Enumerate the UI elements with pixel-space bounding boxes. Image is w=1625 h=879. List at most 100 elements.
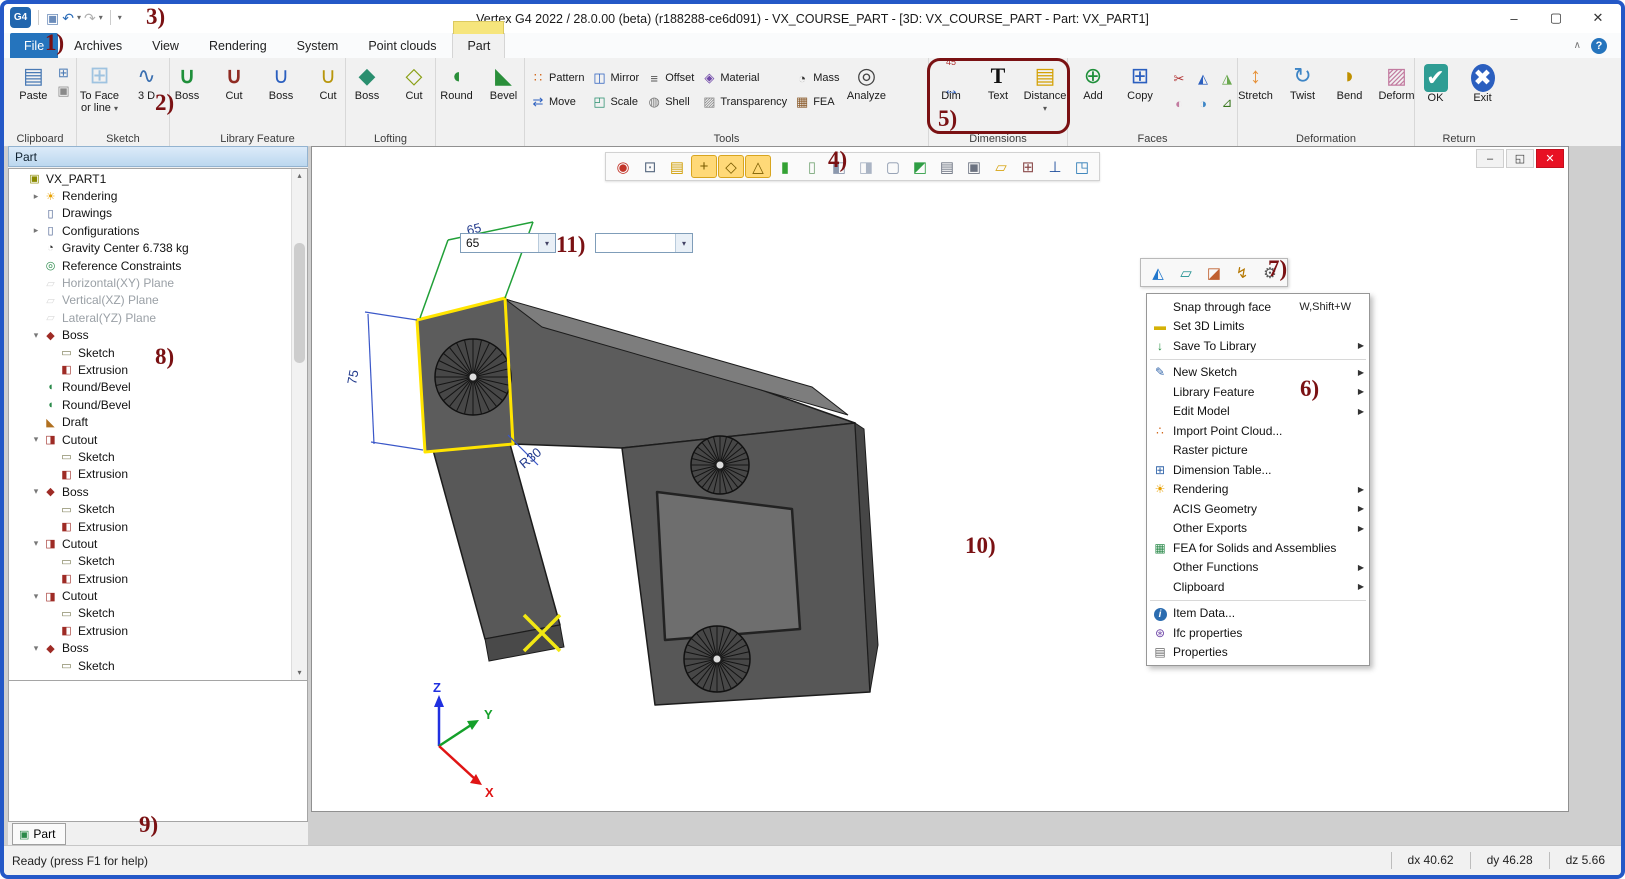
tab-part[interactable]: Part — [452, 33, 505, 58]
library-boss-button[interactable]: ∪ Boss — [164, 60, 210, 104]
tree-item[interactable]: ▾◨Cutout — [9, 535, 291, 552]
library-cut-button[interactable]: ∪ Cut — [211, 60, 257, 104]
tree-item[interactable]: ▭Sketch — [9, 605, 291, 622]
knurl-boss[interactable] — [435, 339, 511, 415]
tree-item[interactable]: ◔Gravity Center 6.738 kg — [9, 240, 291, 257]
menu-item[interactable]: Edit Model▶ — [1147, 402, 1369, 422]
eraser-icon[interactable]: ◪ — [1201, 261, 1227, 284]
tree-item[interactable]: ◎Reference Constraints — [9, 257, 291, 274]
repair-icon[interactable]: ↯ — [1229, 261, 1255, 284]
close-button[interactable]: ✕ — [1577, 4, 1619, 32]
chevron-right-icon[interactable]: ▸ — [29, 191, 43, 202]
add-face-button[interactable]: ⊕ Add — [1070, 60, 1116, 104]
tab-rendering[interactable]: Rendering — [195, 33, 281, 58]
undo-icon[interactable]: ↶ — [62, 8, 74, 28]
menu-item[interactable]: ACIS Geometry▶ — [1147, 499, 1369, 519]
menu-item[interactable]: Raster picture — [1147, 441, 1369, 461]
material-button[interactable]: ◈Material — [698, 66, 790, 90]
dim-button[interactable]: 45↔ Dim — [928, 60, 974, 104]
maximize-button[interactable]: ▢ — [1535, 4, 1577, 32]
match-face-icon[interactable]: ◑ — [1192, 92, 1214, 114]
snap-free-icon[interactable]: + — [691, 155, 717, 178]
tree-item[interactable]: ◧Extrusion — [9, 570, 291, 587]
dimension-name-combo[interactable]: ▾ — [595, 233, 693, 253]
replace-face-icon[interactable]: ◭ — [1192, 68, 1214, 90]
panel-tab-part[interactable]: ▣ Part — [12, 823, 66, 845]
distance-button[interactable]: ▤ Distance ▾ — [1022, 60, 1068, 117]
redo-icon[interactable]: ↷ — [84, 8, 96, 28]
collapse-ribbon-icon[interactable]: ∧ — [1574, 40, 1581, 51]
fea-button[interactable]: ▦FEA — [791, 90, 842, 114]
tree-item[interactable]: ▭Sketch — [9, 448, 291, 465]
round-button[interactable]: ◖ Round — [434, 60, 480, 104]
ok-button[interactable]: ✔ OK — [1413, 60, 1459, 106]
pin-icon[interactable]: ◉ — [610, 155, 636, 178]
menu-item[interactable]: Other Functions▶ — [1147, 558, 1369, 578]
menu-item[interactable]: ▤Properties — [1147, 643, 1369, 663]
tree-item[interactable]: ▾◆Boss — [9, 483, 291, 500]
stretch-button[interactable]: ↕ Stretch — [1233, 60, 1279, 104]
model-pocket[interactable] — [657, 492, 800, 640]
mdi-restore-button[interactable]: ◱ — [1506, 149, 1534, 168]
tree-item[interactable]: ◧Extrusion — [9, 466, 291, 483]
copy-format-icon[interactable]: ▣ — [57, 84, 69, 98]
offset-face-icon[interactable]: ◐ — [1168, 92, 1190, 114]
shaded-face-icon[interactable]: ▮ — [772, 155, 798, 178]
tree-item[interactable]: ▯Drawings — [9, 205, 291, 222]
menu-item[interactable]: ⊞Dimension Table... — [1147, 460, 1369, 480]
model-face[interactable] — [433, 444, 560, 639]
chevron-down-icon[interactable]: ▾ — [29, 434, 43, 445]
qat-more-icon[interactable]: ▾ — [118, 13, 122, 22]
normals-box-icon[interactable]: ◩ — [907, 155, 933, 178]
export-view-icon[interactable]: ◳ — [1069, 155, 1095, 178]
transparency-button[interactable]: ▨Transparency — [698, 90, 790, 114]
scale-button[interactable]: ◰Scale — [588, 90, 642, 114]
tree-item[interactable]: ▱Horizontal(XY) Plane — [9, 274, 291, 291]
tree-item[interactable]: ◧Extrusion — [9, 622, 291, 639]
tree-item[interactable]: ▸▯Configurations — [9, 222, 291, 239]
tab-archives[interactable]: Archives — [60, 33, 136, 58]
copy-face-button[interactable]: ⊞ Copy — [1117, 60, 1163, 104]
knurl-boss[interactable] — [691, 436, 749, 494]
tree-item[interactable]: ◧Extrusion — [9, 518, 291, 535]
move-button[interactable]: ⇄Move — [527, 90, 587, 114]
analyze-button[interactable]: ◎ Analyze — [843, 60, 889, 104]
tree-item[interactable]: ◖Round/Bevel — [9, 379, 291, 396]
loft-cut-button[interactable]: ◇ Cut — [391, 60, 437, 104]
sheet-icon[interactable]: ▤ — [934, 155, 960, 178]
tab-view[interactable]: View — [138, 33, 193, 58]
menu-item[interactable]: ✎New Sketch▶ — [1147, 363, 1369, 383]
chevron-down-icon[interactable]: ▾ — [29, 538, 43, 549]
scrollbar-thumb[interactable] — [294, 243, 305, 363]
menu-item[interactable]: Clipboard▶ — [1147, 577, 1369, 597]
dimension-value-combo[interactable]: 65 ▾ — [460, 233, 556, 253]
menu-item[interactable]: ∴Import Point Cloud... — [1147, 421, 1369, 441]
tree-item[interactable]: ▱Vertical(XZ) Plane — [9, 292, 291, 309]
undo-menu-icon[interactable]: ▾ — [77, 13, 81, 22]
text-button[interactable]: T Text — [975, 60, 1021, 104]
library-folder-icon[interactable]: ▱ — [1173, 261, 1199, 284]
sketch-3d-button[interactable]: ∿ 3 D — [124, 60, 170, 104]
paste-button[interactable]: ▤ Paste — [10, 60, 56, 104]
tree-item[interactable]: ◧Extrusion — [9, 361, 291, 378]
tree-item[interactable]: ◖Round/Bevel — [9, 396, 291, 413]
tree-scrollbar[interactable]: ▴ ▾ — [291, 169, 307, 680]
tree-item[interactable]: ▭Sketch — [9, 344, 291, 361]
menu-item[interactable]: Library Feature▶ — [1147, 382, 1369, 402]
mdi-close-button[interactable]: ✕ — [1536, 149, 1564, 168]
tree-item[interactable]: ▱Lateral(YZ) Plane — [9, 309, 291, 326]
tree-item[interactable]: ▣VX_PART1 — [9, 170, 291, 187]
tree-item[interactable]: ▭Sketch — [9, 553, 291, 570]
chevron-down-icon[interactable]: ▾ — [29, 591, 43, 602]
tab-file[interactable]: File — [10, 33, 58, 58]
scroll-down-icon[interactable]: ▾ — [297, 666, 301, 680]
tab-system[interactable]: System — [283, 33, 353, 58]
help-icon[interactable]: ? — [1591, 38, 1607, 54]
measure-icon[interactable]: ◭ — [1145, 261, 1171, 284]
chevron-down-icon[interactable]: ▾ — [29, 643, 43, 654]
pattern-button[interactable]: ∷Pattern — [527, 66, 587, 90]
chevron-down-icon[interactable]: ▾ — [29, 330, 43, 341]
menu-item[interactable]: ☀Rendering▶ — [1147, 480, 1369, 500]
exit-button[interactable]: ✖ Exit — [1460, 60, 1506, 106]
chevron-right-icon[interactable]: ▸ — [29, 225, 43, 236]
